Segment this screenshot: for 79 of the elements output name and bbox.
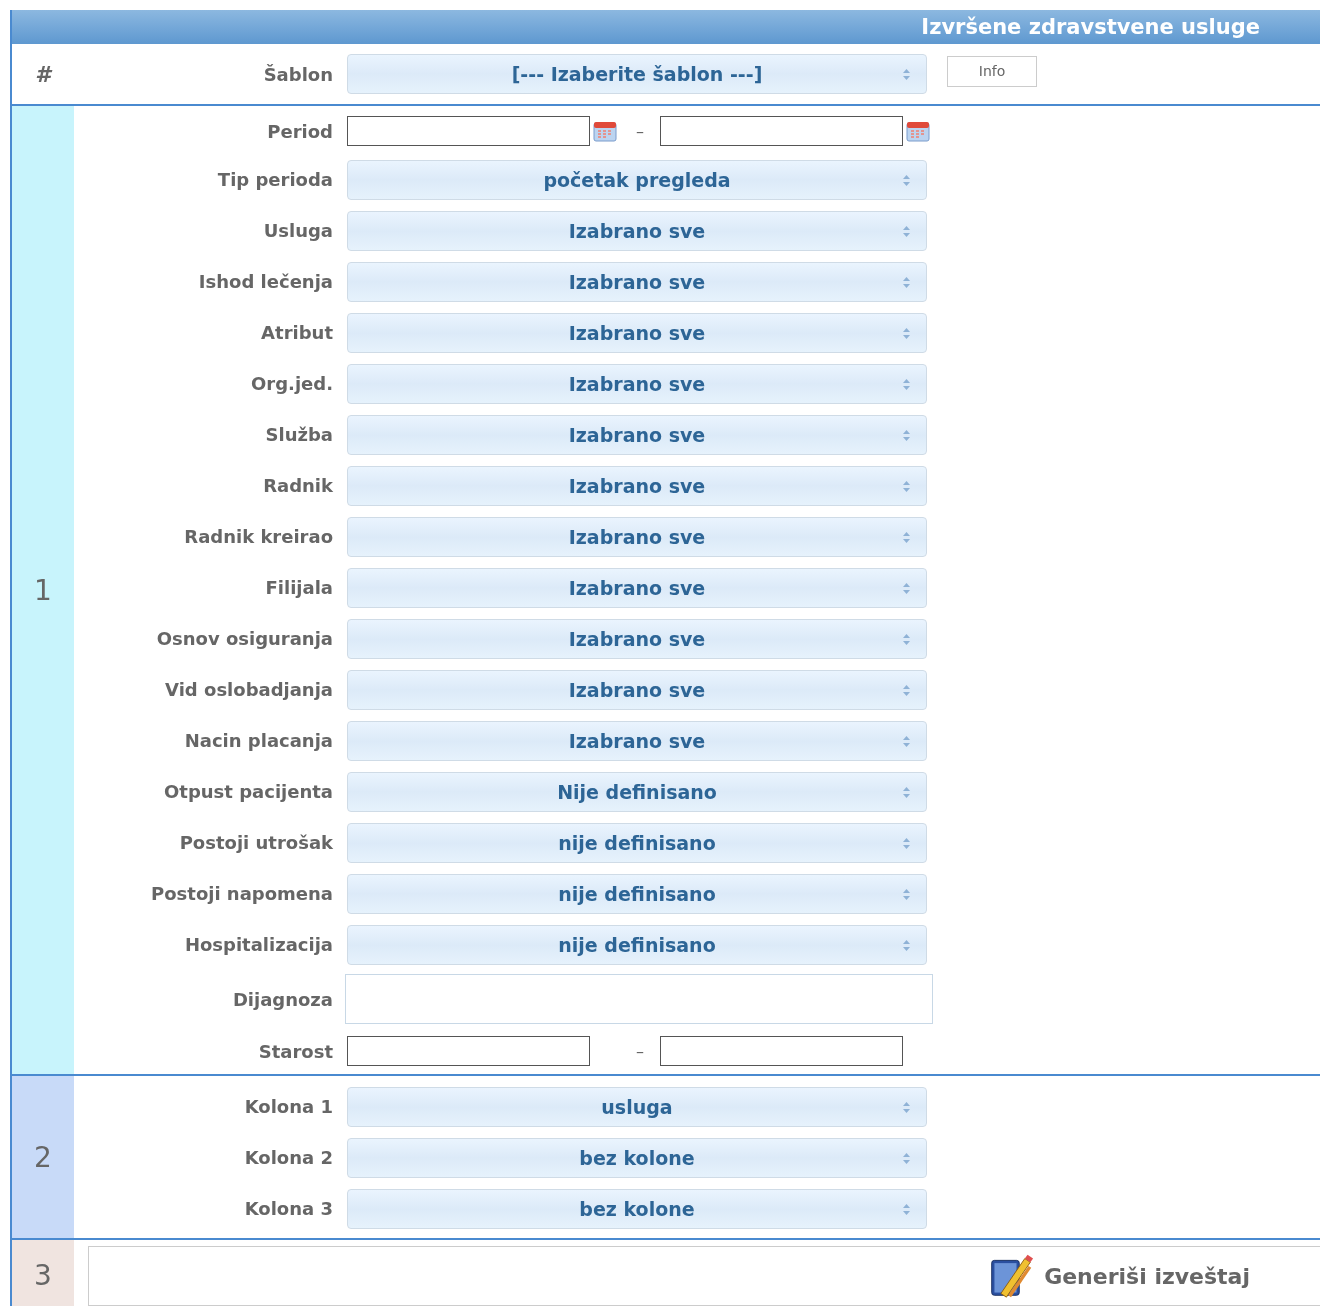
dropdown-select[interactable]: bez kolone [347, 1137, 927, 1178]
dropdown-select[interactable]: nije definisano [347, 873, 927, 914]
dropdown-select[interactable]: Izabrano sve [347, 312, 927, 353]
spinner-icon [903, 684, 910, 696]
spinner-icon [903, 69, 910, 80]
pencil-document-icon [988, 1253, 1035, 1299]
field-label: Filijala [265, 577, 333, 598]
section-number: 1 [34, 573, 52, 607]
spinner-icon [903, 480, 910, 492]
dropdown-select[interactable]: nije definisano [347, 822, 927, 863]
dropdown-select[interactable]: početak pregleda [347, 159, 927, 200]
field-label: Kolona 1 [244, 1096, 333, 1117]
input-field[interactable] [660, 116, 903, 146]
spinner-icon [903, 582, 910, 594]
dropdown-select[interactable]: Izabrano sve [347, 363, 927, 404]
spinner-icon [903, 531, 910, 543]
dropdown-select[interactable]: Izabrano sve [347, 669, 927, 710]
info-button[interactable]: Info [947, 55, 1037, 87]
spinner-icon [903, 735, 910, 747]
field-label: Dijagnoza [232, 988, 333, 1010]
field-label: Ishod lečenja [198, 271, 333, 292]
spinner-icon [903, 633, 910, 645]
field-label: Vid oslobadjanja [165, 679, 333, 700]
field-label: Kolona 2 [244, 1147, 333, 1168]
dropdown-select[interactable]: usluga [347, 1086, 927, 1127]
spinner-icon [903, 1152, 910, 1164]
range-separator: – [635, 121, 645, 141]
spinner-icon [903, 378, 910, 390]
dropdown-select[interactable]: Izabrano sve [347, 567, 927, 608]
spinner-icon [903, 276, 910, 288]
field-label: Kolona 3 [244, 1198, 333, 1219]
dropdown-select[interactable]: Izabrano sve [347, 720, 927, 761]
field-label: Org.jed. [251, 373, 333, 394]
dropdown-select[interactable]: bez kolone [347, 1188, 927, 1229]
field-label: Period [267, 120, 333, 142]
template-select[interactable]: [--- Izaberite šablon ---] [347, 54, 927, 94]
field-label: Osnov osiguranja [156, 628, 333, 649]
dropdown-select[interactable]: Izabrano sve [347, 261, 927, 302]
field-label: Usluga [263, 220, 333, 241]
dropdown-select[interactable]: Izabrano sve [347, 618, 927, 659]
page-title: Izvršene zdravstvene usluge [921, 15, 1260, 39]
range-separator: – [635, 1041, 645, 1061]
dropdown-select[interactable]: Izabrano sve [347, 465, 927, 506]
dropdown-select[interactable]: Izabrano sve [347, 210, 927, 251]
spinner-icon [903, 174, 910, 186]
generate-report-button[interactable]: Generiši izveštaj [988, 1253, 1250, 1299]
dropdown-select[interactable]: Izabrano sve [347, 516, 927, 557]
calendar-icon[interactable] [592, 119, 618, 143]
field-label: Šablon [263, 63, 333, 85]
spinner-icon [903, 327, 910, 339]
spinner-icon [903, 1203, 910, 1215]
field-label: Starost [258, 1040, 333, 1062]
calendar-icon[interactable] [905, 119, 931, 143]
field-label: Tip perioda [217, 169, 333, 190]
spinner-icon [903, 888, 910, 900]
field-label: Atribut [261, 322, 333, 343]
field-label: Radnik kreirao [184, 526, 333, 547]
spinner-icon [903, 939, 910, 951]
spinner-icon [903, 225, 910, 237]
dropdown-select[interactable]: Izabrano sve [347, 414, 927, 455]
field-label: Nacin placanja [184, 730, 333, 751]
section-number: 2 [34, 1140, 52, 1174]
input-field[interactable] [347, 116, 590, 146]
input-field[interactable] [347, 1036, 590, 1066]
input-field[interactable] [660, 1036, 903, 1066]
dropdown-select[interactable]: Nije definisano [347, 771, 927, 812]
field-label: Postoji napomena [151, 883, 333, 904]
field-label: Otpust pacijenta [164, 781, 333, 802]
spinner-icon [903, 429, 910, 441]
spinner-icon [903, 786, 910, 798]
field-label: Hospitalizacija [184, 934, 333, 955]
column-header: # [35, 61, 51, 87]
spinner-icon [903, 1101, 910, 1113]
field-label: Služba [265, 424, 333, 445]
field-label: Postoji utrošak [179, 832, 333, 853]
field-label: Radnik [263, 475, 333, 496]
spinner-icon [903, 837, 910, 849]
dropdown-select[interactable]: nije definisano [347, 924, 927, 965]
section-number: 3 [34, 1258, 52, 1292]
